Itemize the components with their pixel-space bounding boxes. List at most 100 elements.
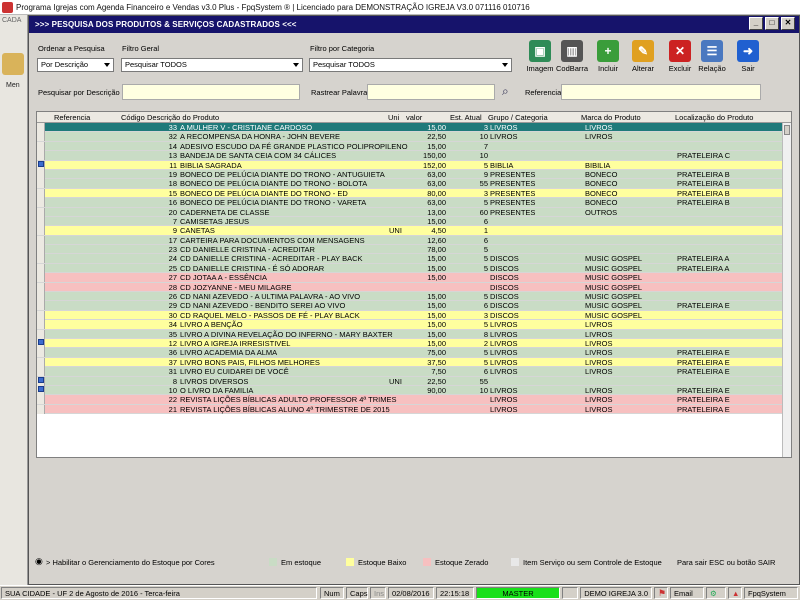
table-row[interactable]: 29 CD NANI AZEVEDO - BENDITO SEREI AO VIV… <box>37 301 783 311</box>
row-indicator[interactable] <box>37 263 45 273</box>
row-indicator[interactable] <box>37 123 45 132</box>
table-row[interactable]: 34 LIVRO A BENÇÃO 15,00 5 LIVROS LIVROS <box>37 320 783 330</box>
habilitar-label[interactable]: > Habilitar o Gerenciamento do Estoque p… <box>46 558 215 567</box>
sair-button[interactable]: ➜ Sair <box>732 40 764 82</box>
referencia-input[interactable] <box>561 84 761 100</box>
filtro-geral-select[interactable]: Pesquisar TODOS <box>121 58 303 72</box>
table-row[interactable]: 13 BANDEJA DE SANTA CEIA COM 34 CÁLICES 15… <box>37 151 783 161</box>
ordenar-select[interactable]: Por Descrição <box>37 58 114 72</box>
table-row[interactable]: 7 CAMISETAS JESUS 15,00 6 <box>37 216 783 227</box>
row-indicator[interactable] <box>37 310 45 320</box>
table-row[interactable]: 18 BONECO DE PELÚCIA DIANTE DO TRONO - BO… <box>37 179 783 189</box>
col-codigo[interactable]: Código <box>121 113 145 122</box>
status-tool-icon-1[interactable]: ⚙ <box>706 587 726 599</box>
table-row[interactable]: 24 CD DANIELLE CRISTINA - ACREDITAR - PLA… <box>37 254 783 264</box>
col-descricao[interactable]: Descrição do Produto <box>147 113 219 122</box>
table-row[interactable]: 12 LIVRO A IGREJA IRRESISTIVEL 15,00 2 LIVRO… <box>37 338 783 349</box>
relacao-button[interactable]: ☰ Relação <box>696 40 728 82</box>
row-indicator[interactable] <box>37 245 45 255</box>
search-icon[interactable]: ⌕ <box>502 84 509 99</box>
table-row[interactable]: 16 BONECO DE PELÚCIA DIANTE DO TRONO - VA… <box>37 198 783 208</box>
rastrear-input[interactable] <box>367 84 495 100</box>
cell-cod: 13 <box>168 151 177 161</box>
row-indicator[interactable] <box>37 376 45 386</box>
row-indicator[interactable] <box>37 385 45 395</box>
table-row[interactable]: 15 BONECO DE PELÚCIA DIANTE DO TRONO - ED… <box>37 188 783 199</box>
row-indicator[interactable] <box>37 132 45 142</box>
table-row[interactable]: 35 LIVRO A DIVINA REVELAÇÃO DO INFERNO - … <box>37 329 783 339</box>
codbarra-button[interactable]: ▥ CodBarra <box>556 40 588 82</box>
row-indicator[interactable] <box>37 404 45 414</box>
row-indicator[interactable] <box>37 282 45 292</box>
table-row[interactable]: 19 BONECO DE PELÚCIA DIANTE DO TRONO - AN… <box>37 169 783 180</box>
table-row[interactable]: 33 A MULHER V - CRISTIANE CARDOSO 15,00 3 LI… <box>37 123 783 133</box>
status-email[interactable]: Email <box>670 587 704 599</box>
table-row[interactable]: 26 CD NANI AZEVEDO - A ULTIMA PALAVRA - A… <box>37 292 783 302</box>
maximize-button[interactable]: □ <box>765 17 779 30</box>
row-indicator[interactable] <box>37 160 45 170</box>
row-indicator[interactable] <box>37 329 45 339</box>
table-row[interactable]: 25 CD DANIELLE CRISTINA - É SÓ ADORAR 15,0… <box>37 263 783 274</box>
row-indicator[interactable] <box>37 273 45 283</box>
table-row[interactable]: 11 BIBLIA SAGRADA 152,00 5 BIBLIA BIBILIA <box>37 160 783 170</box>
row-indicator[interactable] <box>37 216 45 226</box>
row-indicator[interactable] <box>37 179 45 189</box>
table-row[interactable]: 31 LIVRO EU CUIDAREI DE VOCÊ 7,50 6 LIVROS LI… <box>37 367 783 377</box>
row-indicator[interactable] <box>37 292 45 302</box>
cell-val: 152,00 <box>423 160 446 170</box>
table-row[interactable]: 22 REVISTA LIÇÕES BÍBLICAS ADULTO PROFESS… <box>37 395 783 405</box>
row-indicator[interactable] <box>37 395 45 405</box>
row-indicator[interactable] <box>37 169 45 179</box>
vertical-scrollbar[interactable] <box>782 123 791 457</box>
col-estoque[interactable]: Est. Atual <box>450 113 482 122</box>
col-marca[interactable]: Marca do Produto <box>581 113 641 122</box>
table-row[interactable]: 27 CD JOTAA A - ESSÊNCIA 15,00 DISCOS MUSIC … <box>37 273 783 283</box>
col-grupo[interactable]: Grupo / Categoria <box>488 113 548 122</box>
table-row[interactable]: 36 LIVRO ACADEMIA DA ALMA 75,00 5 LIVROS LIVR… <box>37 348 783 358</box>
scrollbar-thumb[interactable] <box>784 125 790 135</box>
row-indicator[interactable] <box>37 320 45 330</box>
row-indicator[interactable] <box>37 207 45 217</box>
row-indicator[interactable] <box>37 198 45 208</box>
row-indicator[interactable] <box>37 226 45 236</box>
incluir-button[interactable]: + Incluir <box>592 40 624 82</box>
radio-icon[interactable]: ◉ <box>35 556 43 567</box>
minimize-button[interactable]: _ <box>749 17 763 30</box>
row-indicator[interactable] <box>37 338 45 348</box>
col-valor[interactable]: valor <box>406 113 422 122</box>
table-row[interactable]: 30 CD RAQUEL MELO - PASSOS DE FÉ - PLAY B… <box>37 310 783 321</box>
alterar-button[interactable]: ✎ Alterar <box>627 40 659 82</box>
table-row[interactable]: 9 CANETAS UNI 4,50 1 <box>37 226 783 236</box>
row-indicator[interactable] <box>37 141 45 151</box>
close-button[interactable]: ✕ <box>781 17 795 30</box>
row-indicator[interactable] <box>37 151 45 161</box>
row-indicator[interactable] <box>37 188 45 198</box>
row-indicator[interactable] <box>37 357 45 367</box>
table-row[interactable]: 37 LIVRO BONS PAIS, FILHOS MELHORES 37,50 5… <box>37 357 783 368</box>
col-uni[interactable]: Uni <box>388 113 399 122</box>
row-indicator[interactable] <box>37 235 45 245</box>
row-indicator[interactable] <box>37 348 45 358</box>
filtro-categoria-select[interactable]: Pesquisar TODOS <box>309 58 512 72</box>
col-localizacao[interactable]: Localização do Produto <box>675 113 753 122</box>
table-row[interactable]: 21 REVISTA LIÇÕES BÍBLICAS ALUNO 4ª TRIME… <box>37 404 783 415</box>
cell-loc: PRATELEIRA E <box>677 404 730 414</box>
row-indicator[interactable] <box>37 367 45 377</box>
row-indicator[interactable] <box>37 301 45 311</box>
excluir-button[interactable]: ✕ Excluir <box>664 40 696 82</box>
table-row[interactable]: 8 LIVROS DIVERSOS UNI 22,50 55 <box>37 376 783 386</box>
table-row[interactable]: 28 CD JOZYANNE - MEU MILAGRE DISCOS MUSIC G… <box>37 282 783 293</box>
table-row[interactable]: 32 A RECOMPENSA DA HONRA - JOHN BEVERE 22,… <box>37 132 783 142</box>
row-indicator[interactable] <box>37 254 45 264</box>
background-menu-icon[interactable] <box>2 53 24 75</box>
imagem-button[interactable]: ▣ Imagem <box>524 40 556 82</box>
table-row[interactable]: 17 CARTEIRA PARA DOCUMENTOS COM MENSAGENS… <box>37 235 783 246</box>
search-description-input[interactable] <box>122 84 300 100</box>
table-row[interactable]: 20 CADERNETA DE CLASSE 13,00 60 PRESENTES OUT… <box>37 207 783 217</box>
table-row[interactable]: 23 CD DANIELLE CRISTINA - ACREDITAR 78,00 5 <box>37 245 783 255</box>
status-tool-icon-2[interactable]: ▲ <box>728 587 742 599</box>
table-row[interactable]: 10 O LIVRO DA FAMILIA 90,00 10 LIVROS LIVROS P… <box>37 385 783 396</box>
table-row[interactable]: 14 ADESIVO ESCUDO DA FÉ GRANDE PLASTICO P… <box>37 141 783 152</box>
col-referencia[interactable]: Referencia <box>54 113 90 122</box>
cell-cod: 37 <box>168 357 177 367</box>
